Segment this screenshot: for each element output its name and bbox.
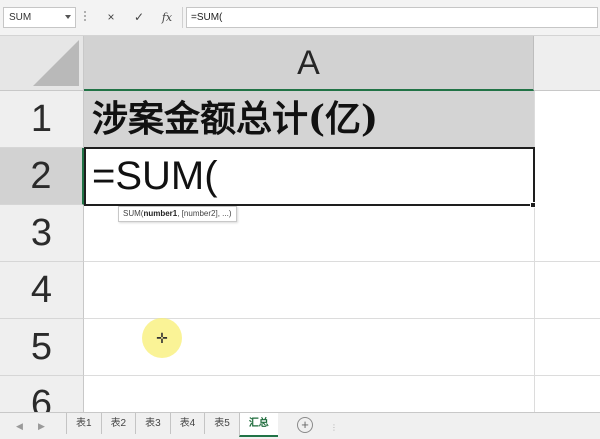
cell-a2-active[interactable]: =SUM( <box>84 147 535 206</box>
function-tooltip: SUM(number1, [number2], ...) <box>118 206 237 222</box>
row-header-5[interactable]: 5 <box>0 319 84 376</box>
scroll-left-icon[interactable]: ◀ <box>16 421 23 432</box>
sheet-tab-5[interactable]: 表5 <box>204 413 239 434</box>
name-box-value: SUM <box>9 12 32 23</box>
sheet-tabs: 表1 表2 表3 表4 表5 汇总 <box>66 413 278 439</box>
formula-input[interactable]: =SUM( <box>186 7 598 28</box>
row-header-3[interactable]: 3 <box>0 205 84 262</box>
cancel-icon[interactable]: × <box>100 7 122 28</box>
gridline <box>84 375 600 376</box>
column-header-a[interactable]: A <box>84 36 534 91</box>
tooltip-function[interactable]: SUM( <box>123 209 143 218</box>
formula-bar: SUM × ✓ fx =SUM( <box>0 0 600 36</box>
row-header-6[interactable]: 6 <box>0 376 84 412</box>
row-header-1[interactable]: 1 <box>0 91 84 148</box>
tab-split-handle-icon[interactable]: ⋮ <box>330 423 338 432</box>
row-header-2[interactable]: 2 <box>0 148 84 205</box>
sheet-tab-summary[interactable]: 汇总 <box>238 413 278 437</box>
chevron-down-icon[interactable] <box>65 15 71 19</box>
row-header-4[interactable]: 4 <box>0 262 84 319</box>
gridline <box>84 261 600 262</box>
sheet-tab-1[interactable]: 表1 <box>66 413 101 434</box>
add-sheet-icon[interactable]: + <box>297 417 313 433</box>
gridline <box>534 91 535 412</box>
name-box[interactable]: SUM <box>3 7 76 28</box>
sheet-tab-3[interactable]: 表3 <box>135 413 170 434</box>
select-all-icon <box>33 40 79 86</box>
cell-a1[interactable]: 涉案金额总计(亿) <box>84 91 534 148</box>
column-header-b[interactable] <box>534 36 600 91</box>
insert-function-icon[interactable]: fx <box>156 7 178 28</box>
sheet-tab-2[interactable]: 表2 <box>100 413 136 434</box>
worksheet-grid: A 1 2 3 4 5 6 涉案金额总计(亿) =SUM( SUM(number… <box>0 36 600 412</box>
cell-cursor-icon: ✛ <box>156 330 168 346</box>
sheet-tab-4[interactable]: 表4 <box>169 413 205 434</box>
scroll-right-icon[interactable]: ▶ <box>38 421 45 432</box>
formula-buttons: × ✓ fx <box>96 7 180 28</box>
select-all-corner[interactable] <box>0 36 84 91</box>
enter-icon[interactable]: ✓ <box>128 7 150 28</box>
tooltip-arg-current[interactable]: number1 <box>143 209 177 218</box>
fill-handle[interactable] <box>530 202 536 208</box>
tooltip-args-rest: , [number2], ...) <box>177 209 232 218</box>
formula-bar-resize-icon[interactable] <box>84 11 86 25</box>
formula-bar-divider <box>182 7 183 28</box>
sheet-tab-bar: ◀ ▶ 表1 表2 表3 表4 表5 汇总 + ⋮ <box>0 412 600 439</box>
